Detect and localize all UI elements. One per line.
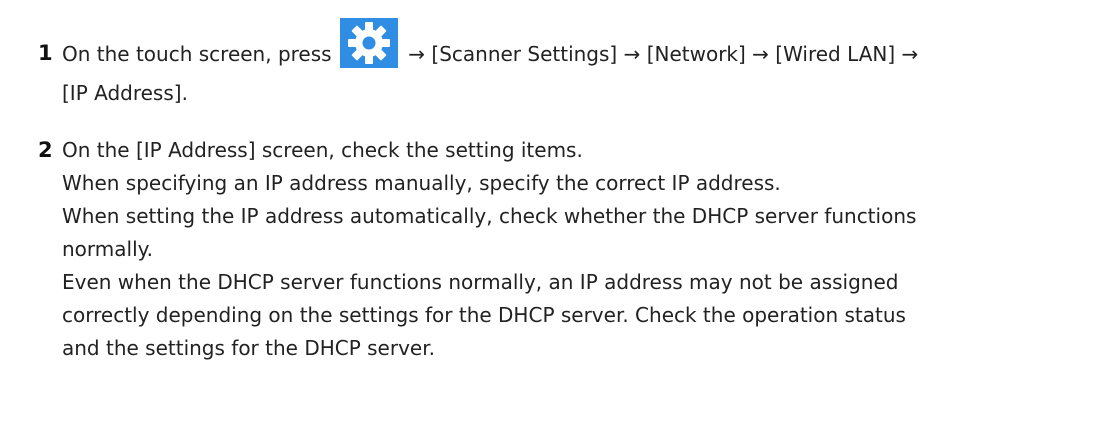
step-prefix: On the touch screen, press	[62, 42, 332, 66]
step-line: normally.	[62, 237, 153, 261]
step-text: On the touch screen, press → [Scanner Se…	[62, 18, 1104, 110]
step-line: On the [IP Address] screen, check the se…	[62, 138, 583, 162]
step-line: On the touch screen, press → [Scanner Se…	[62, 18, 1104, 83]
step-line: Even when the DHCP server functions norm…	[62, 270, 899, 294]
step-number: 2	[38, 138, 53, 162]
step-text: On the [IP Address] screen, check the se…	[62, 134, 1104, 365]
step-line: When setting the IP address automaticall…	[62, 204, 917, 228]
gear-icon	[347, 22, 390, 64]
step-line: correctly depending on the settings for …	[62, 303, 906, 327]
menu-path-line1: → [Scanner Settings] → [Network] → [Wire…	[408, 42, 919, 66]
step-line: When specifying an IP address manually, …	[62, 171, 781, 195]
step-number: 1	[38, 41, 53, 65]
settings-button-icon	[339, 18, 398, 68]
step-line: and the settings for the DHCP server.	[62, 336, 435, 360]
